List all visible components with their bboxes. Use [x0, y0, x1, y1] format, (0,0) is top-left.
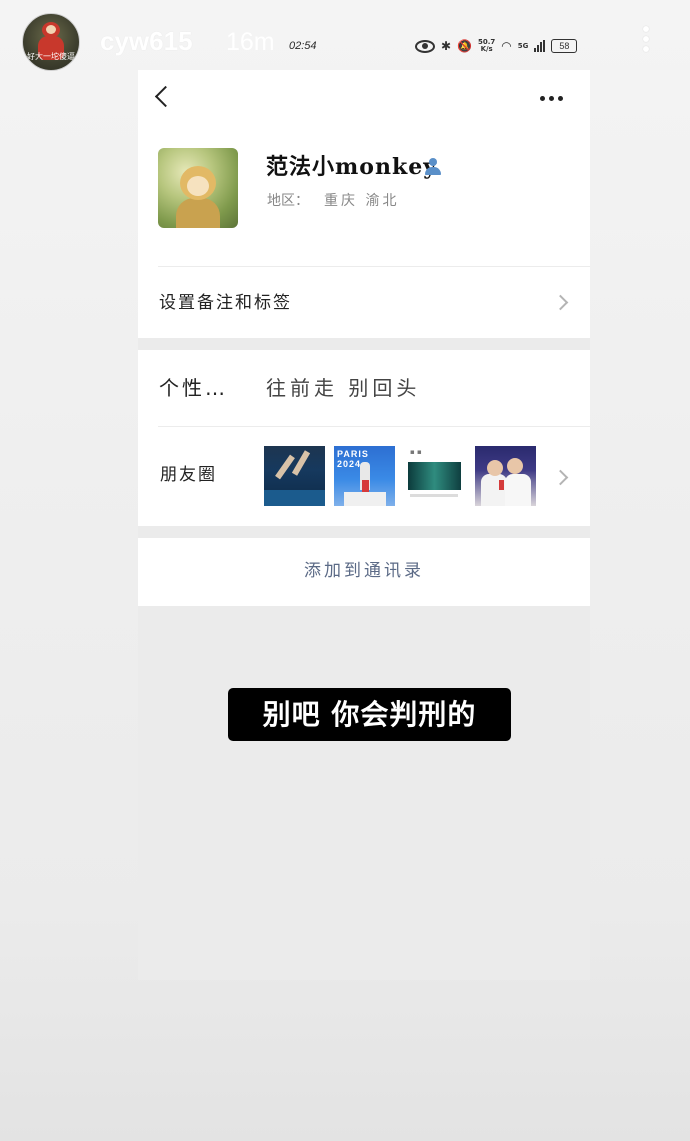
- avatar-caption: 好大一坨傻逼: [27, 52, 75, 61]
- profile-name: 范法小monkey: [266, 154, 437, 180]
- nav-bar: [138, 70, 590, 130]
- profile-avatar[interactable]: [158, 148, 238, 228]
- region-value: 重庆 渝北: [324, 193, 400, 209]
- moment-thumb-2[interactable]: PARIS 2024: [334, 446, 395, 506]
- story-subtitle: 别吧 你会判刑的: [228, 688, 511, 741]
- chevron-right-icon: [552, 469, 569, 486]
- signature-moments-section: 个性… 往前走 别回头 朋友圈 PARIS 2024 ▪ ▪: [138, 350, 590, 526]
- monkey-body: [176, 198, 220, 228]
- story-more-icon[interactable]: [641, 26, 651, 56]
- status-icons: ✱ 🔕 50.7 K/s ◠ 5G 58: [415, 36, 578, 56]
- story-age: 16m: [226, 28, 275, 56]
- signature-value: 往前走 别回头: [266, 376, 421, 400]
- network-type: 5G: [517, 41, 529, 50]
- teletubby-face: [46, 25, 56, 34]
- moment-thumb-1[interactable]: [264, 446, 325, 506]
- remarks-row[interactable]: 设置备注和标签: [138, 267, 590, 338]
- divider: [158, 426, 590, 427]
- battery-icon: 58: [551, 39, 578, 53]
- moment-thumb-3[interactable]: ▪ ▪: [404, 446, 465, 506]
- moment-thumb-4[interactable]: [475, 446, 536, 506]
- add-contact-label: 添加到通讯录: [304, 561, 424, 581]
- monkey-face: [187, 176, 209, 196]
- net-speed: 50.7 K/s: [478, 39, 495, 53]
- signature-label: 个性…: [159, 376, 228, 400]
- story-username[interactable]: cyw615: [100, 25, 193, 57]
- net-speed-unit: K/s: [480, 45, 493, 53]
- more-dots-icon[interactable]: [540, 96, 563, 101]
- profile-card: 范法小monkey 地区： 重庆 渝北 设置备注和标签: [138, 130, 590, 338]
- add-contact-button[interactable]: 添加到通讯录: [138, 538, 590, 606]
- person-icon: [424, 158, 442, 176]
- region-label: 地区：: [267, 193, 309, 209]
- signal-icon: [534, 40, 546, 52]
- chevron-right-icon: [552, 294, 569, 311]
- chevron-left-icon[interactable]: [154, 85, 177, 108]
- bluetooth-icon: ✱: [441, 39, 452, 53]
- remarks-label: 设置备注和标签: [159, 293, 292, 313]
- story-avatar[interactable]: 好大一坨傻逼: [22, 13, 80, 71]
- phone-screenshot: 范法小monkey 地区： 重庆 渝北 设置备注和标签 个性… 往前走 别回头 …: [138, 70, 590, 980]
- phone-time: 02:54: [289, 40, 317, 52]
- mute-bell-icon: 🔕: [457, 39, 473, 53]
- wifi-icon: ◠: [501, 39, 512, 53]
- moments-label[interactable]: 朋友圈: [160, 463, 217, 487]
- eye-icon: [415, 39, 435, 53]
